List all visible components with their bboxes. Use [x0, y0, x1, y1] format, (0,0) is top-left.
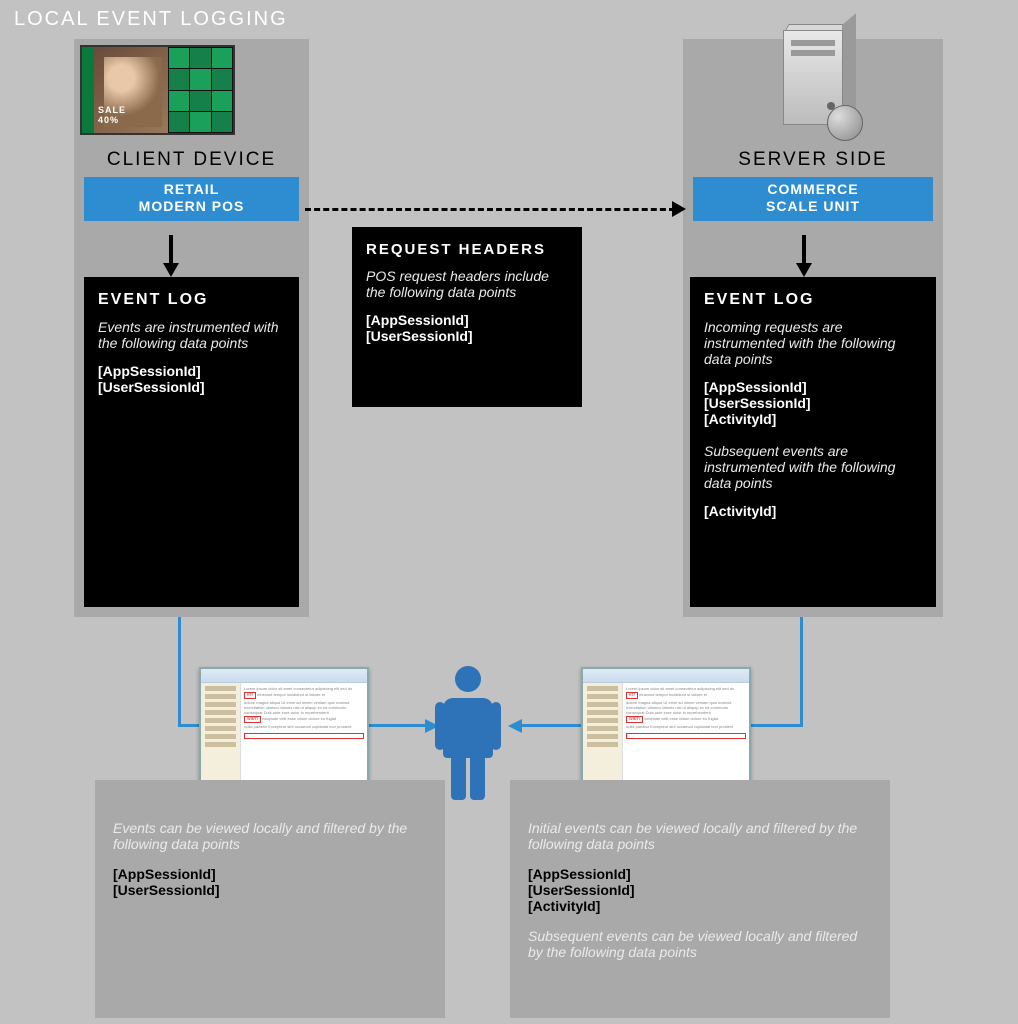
client-eventlog-desc: Events are instrumented with the followi… [98, 319, 285, 351]
client-band-line2: MODERN POS [84, 198, 299, 215]
arrow-server-down-line [802, 235, 806, 265]
event-viewer-left-icon: Lorem ipsum dolor sit amet consectetur a… [199, 667, 369, 782]
server-eventlog-desc2: Subsequent events are instrumented with … [704, 443, 922, 491]
dashed-arrow-line [305, 208, 675, 211]
tablet-sale-sub: 40% [98, 115, 119, 125]
server-eventlog-title: EVENT LOG [704, 291, 922, 309]
bottom-left-points: [AppSessionId] [UserSessionId] [113, 866, 427, 898]
server-eventlog-desc1: Incoming requests are instrumented with … [704, 319, 922, 367]
request-headers-box: REQUEST HEADERS POS request headers incl… [352, 227, 582, 407]
bottom-right-desc1: Initial events can be viewed locally and… [528, 820, 872, 852]
bottom-left-desc: Events can be viewed locally and filtere… [113, 820, 427, 852]
page-title: LOCAL EVENT LOGGING [14, 8, 288, 31]
bottom-right-panel: Initial events can be viewed locally and… [510, 780, 890, 1018]
bottom-right-points1: [AppSessionId] [UserSessionId] [Activity… [528, 866, 872, 914]
blue-line-server-v [800, 617, 803, 724]
request-headers-desc: POS request headers include the followin… [366, 268, 568, 300]
server-band-line1: COMMERCE [693, 181, 933, 198]
arrow-client-down-line [169, 235, 173, 265]
server-eventlog-points2: [ActivityId] [704, 503, 922, 519]
arrow-server-down-head [796, 263, 812, 277]
server-eventlog-points1: [AppSessionId] [UserSessionId] [Activity… [704, 379, 922, 427]
arrow-client-down-head [163, 263, 179, 277]
client-blue-band: RETAIL MODERN POS [84, 177, 299, 221]
client-panel-title: CLIENT DEVICE [74, 149, 309, 171]
client-eventlog-points: [AppSessionId] [UserSessionId] [98, 363, 285, 395]
person-icon [438, 666, 498, 806]
client-band-line1: RETAIL [84, 181, 299, 198]
server-event-log: EVENT LOG Incoming requests are instrume… [690, 277, 936, 607]
server-band-line2: SCALE UNIT [693, 198, 933, 215]
dashed-arrow-head [672, 201, 686, 217]
server-blue-band: COMMERCE SCALE UNIT [693, 177, 933, 221]
server-panel-title: SERVER SIDE [683, 149, 943, 171]
request-headers-points: [AppSessionId] [UserSessionId] [366, 312, 568, 344]
bottom-left-panel: Events can be viewed locally and filtere… [95, 780, 445, 1018]
client-event-log: EVENT LOG Events are instrumented with t… [84, 277, 299, 607]
tablet-sale-label: SALE [98, 105, 126, 115]
client-eventlog-title: EVENT LOG [98, 291, 285, 309]
bottom-right-desc2: Subsequent events can be viewed locally … [528, 928, 872, 960]
event-viewer-right-icon: Lorem ipsum dolor sit amet consectetur a… [581, 667, 751, 782]
tablet-device-icon: SALE 40% [80, 45, 235, 135]
blue-line-client-v [178, 617, 181, 724]
blue-arrow-to-person-right [508, 719, 522, 733]
request-headers-title: REQUEST HEADERS [366, 241, 568, 258]
globe-icon [827, 105, 863, 141]
server-tower-icon [765, 30, 860, 142]
